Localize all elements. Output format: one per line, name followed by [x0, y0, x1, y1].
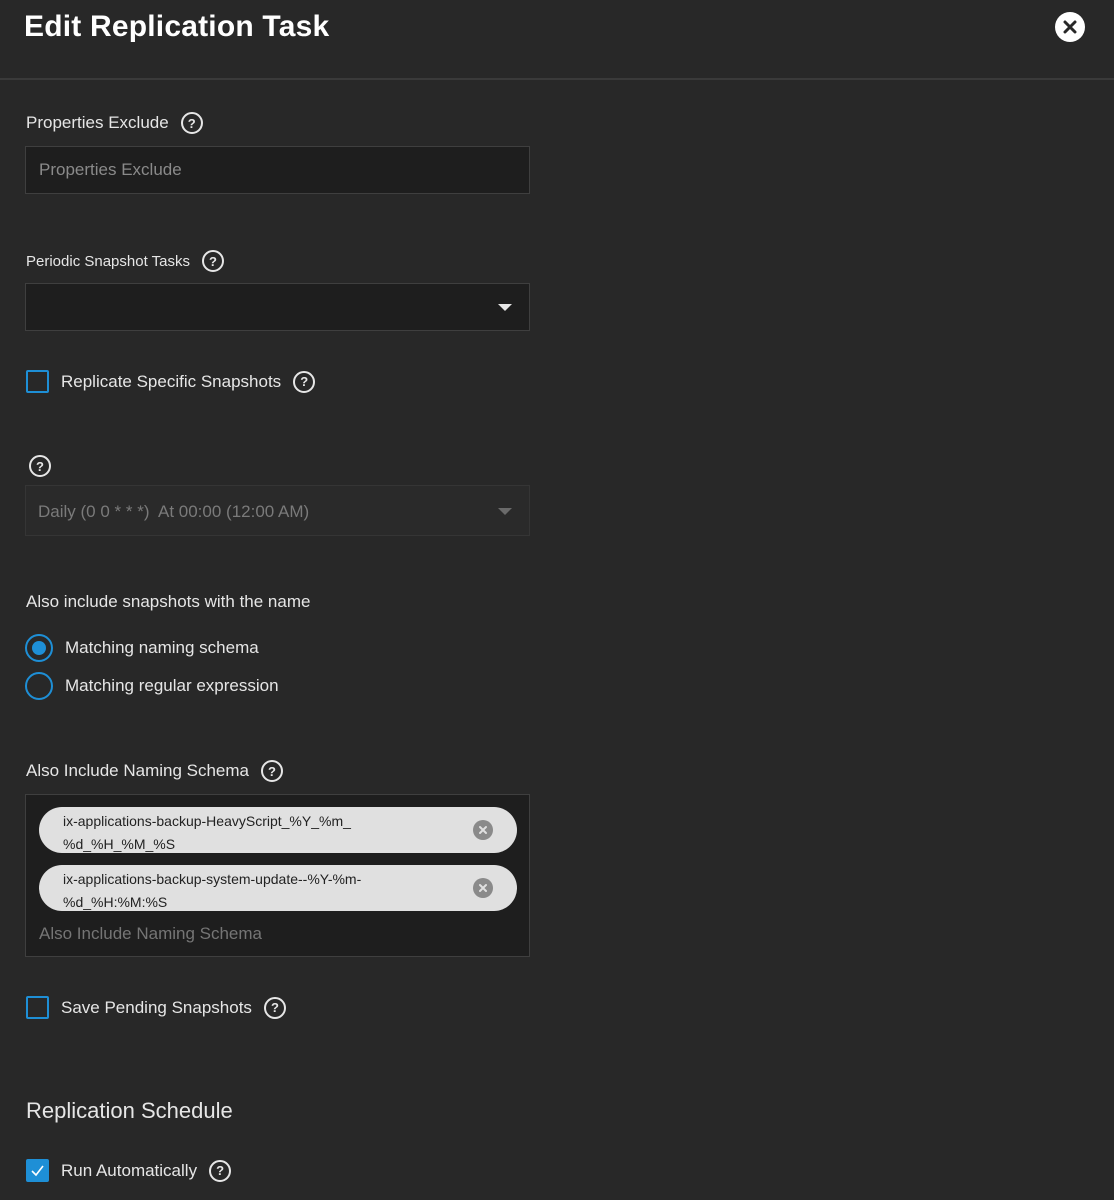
help-icon[interactable]: ? [293, 370, 316, 393]
radio-option-regular-expression[interactable]: Matching regular expression [25, 672, 279, 700]
save-pending-checkbox[interactable] [26, 996, 49, 1019]
run-automatically-label: Run Automatically [61, 1160, 198, 1180]
periodic-snapshot-tasks-label: Periodic Snapshot Tasks [26, 252, 190, 270]
remove-chip-button[interactable] [473, 820, 493, 840]
schema-chip-line1: ix-applications-backup-system-update--%Y… [63, 871, 362, 887]
chevron-down-icon [498, 304, 512, 311]
close-button[interactable] [1055, 12, 1085, 42]
schema-chip[interactable]: ix-applications-backup-HeavyScript_%Y_%m… [39, 807, 517, 853]
periodic-snapshot-tasks-label-row: Periodic Snapshot Tasks ? [26, 250, 224, 272]
help-icon[interactable]: ? [180, 112, 203, 134]
radio-option-naming-schema[interactable]: Matching naming schema [25, 634, 259, 662]
replication-schedule-title: Replication Schedule [26, 1098, 233, 1123]
schema-chip-line2: %d_%H_%M_%S [63, 836, 176, 852]
replicate-specific-row[interactable]: Replicate Specific Snapshots ? [26, 370, 316, 393]
remove-chip-button[interactable] [473, 878, 493, 898]
schema-chip-line2: %d_%H:%M:%S [63, 894, 168, 910]
run-automatically-checkbox[interactable] [26, 1159, 49, 1182]
save-pending-row[interactable]: Save Pending Snapshots ? [26, 996, 286, 1019]
schema-chip-line1: ix-applications-backup-HeavyScript_%Y_%m… [63, 813, 351, 829]
help-icon[interactable]: ? [209, 1159, 232, 1182]
check-icon [31, 1165, 44, 1177]
replicate-specific-label: Replicate Specific Snapshots [61, 371, 282, 391]
save-pending-label: Save Pending Snapshots [61, 997, 252, 1017]
naming-schema-label: Also Include Naming Schema [26, 761, 250, 780]
schedule-value: Daily (0 0 * * *) At 00:00 (12:00 AM) [38, 502, 310, 521]
schema-chip[interactable]: ix-applications-backup-system-update--%Y… [39, 865, 517, 911]
properties-exclude-input[interactable] [26, 147, 529, 193]
radio-naming-schema[interactable] [25, 634, 53, 662]
schedule-select[interactable]: Daily (0 0 * * *) At 00:00 (12:00 AM) [25, 485, 530, 536]
replicate-specific-checkbox[interactable] [26, 370, 49, 393]
dialog-header: Edit Replication Task [0, 0, 1114, 80]
also-include-label: Also include snapshots with the name [26, 592, 311, 611]
naming-schema-chip-field[interactable]: ix-applications-backup-HeavyScript_%Y_%m… [25, 794, 530, 957]
close-icon [479, 884, 487, 892]
periodic-snapshot-tasks-select[interactable] [25, 283, 530, 331]
dialog-title: Edit Replication Task [24, 10, 330, 43]
naming-schema-label-row: Also Include Naming Schema ? [26, 760, 284, 782]
close-icon [1063, 20, 1077, 34]
radio-naming-schema-label: Matching naming schema [65, 638, 259, 657]
close-icon [479, 826, 487, 834]
chevron-down-icon [498, 508, 512, 515]
properties-exclude-label-row: Properties Exclude ? [26, 112, 203, 134]
schedule-help-row: ? [29, 455, 51, 477]
help-icon[interactable]: ? [29, 455, 51, 477]
help-icon[interactable]: ? [261, 760, 284, 782]
help-icon[interactable]: ? [263, 996, 286, 1019]
properties-exclude-field[interactable] [25, 146, 530, 194]
naming-schema-input[interactable] [26, 921, 529, 947]
help-icon[interactable]: ? [201, 250, 224, 272]
properties-exclude-label: Properties Exclude [26, 113, 169, 132]
run-automatically-row[interactable]: Run Automatically ? [26, 1159, 232, 1182]
radio-regular-expression[interactable] [25, 672, 53, 700]
radio-regular-expression-label: Matching regular expression [65, 676, 279, 695]
radio-dot [32, 641, 46, 655]
